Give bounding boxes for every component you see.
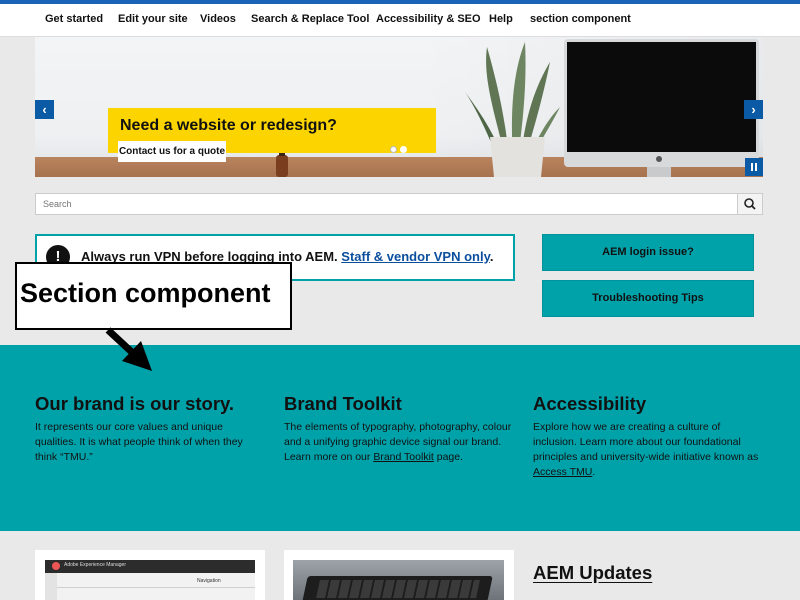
column-body-accessibility: Explore how we are creating a culture of…	[533, 421, 759, 478]
carousel-dot-1[interactable]	[390, 146, 397, 153]
promo-title: Need a website or redesign?	[120, 117, 337, 134]
carousel-dot-2[interactable]	[400, 146, 407, 153]
carousel-prev-button[interactable]: ‹	[35, 100, 54, 119]
search-icon	[744, 198, 756, 210]
search-bar	[35, 193, 763, 215]
troubleshooting-tips-button[interactable]: Troubleshooting Tips	[542, 280, 754, 317]
annotation-label: Section component	[20, 278, 271, 308]
access-tmu-link[interactable]: Access TMU	[533, 466, 592, 478]
chevron-right-icon: ›	[751, 102, 756, 117]
aem-app-title: Adobe Experience Manager	[64, 562, 126, 568]
carousel-next-button[interactable]: ›	[744, 100, 763, 119]
column-title-brand-toolkit: Brand Toolkit	[284, 393, 402, 414]
nav-accessibility-seo[interactable]: Accessibility & SEO	[376, 13, 481, 25]
search-button[interactable]	[737, 194, 762, 214]
aem-login-issue-button[interactable]: AEM login issue?	[542, 234, 754, 271]
column-title-brand-story: Our brand is our story.	[35, 393, 235, 414]
search-input[interactable]	[36, 194, 738, 214]
plant-pot	[490, 137, 545, 177]
brand-toolkit-link[interactable]: Brand Toolkit	[373, 451, 434, 463]
nav-get-started[interactable]: Get started	[45, 13, 103, 25]
nav-section-component[interactable]: section component	[530, 13, 631, 25]
chevron-left-icon: ‹	[42, 102, 47, 117]
bottle	[276, 155, 288, 177]
pause-icon	[751, 163, 753, 171]
main-navigation: Get started Edit your site Videos Search…	[0, 4, 800, 37]
aem-sidebar	[45, 573, 57, 600]
vpn-link[interactable]: Staff & vendor VPN only	[341, 249, 490, 264]
aem-updates-heading[interactable]: AEM Updates	[533, 562, 652, 584]
column-title-accessibility: Accessibility	[533, 393, 647, 414]
nav-videos[interactable]: Videos	[200, 13, 236, 25]
contact-quote-button[interactable]: Contact us for a quote	[118, 141, 226, 162]
column-body-brand-story: It represents our core values and unique…	[35, 421, 243, 463]
aem-navigation-label: Navigation	[197, 578, 221, 584]
nav-help[interactable]: Help	[489, 13, 513, 25]
nav-search-replace-tool[interactable]: Search & Replace Tool	[251, 13, 369, 25]
column-body-brand-toolkit: The elements of typography, photography,…	[284, 421, 512, 463]
adobe-logo-icon	[52, 562, 60, 570]
carousel-pause-button[interactable]	[745, 158, 763, 176]
nav-edit-your-site[interactable]: Edit your site	[118, 13, 188, 25]
